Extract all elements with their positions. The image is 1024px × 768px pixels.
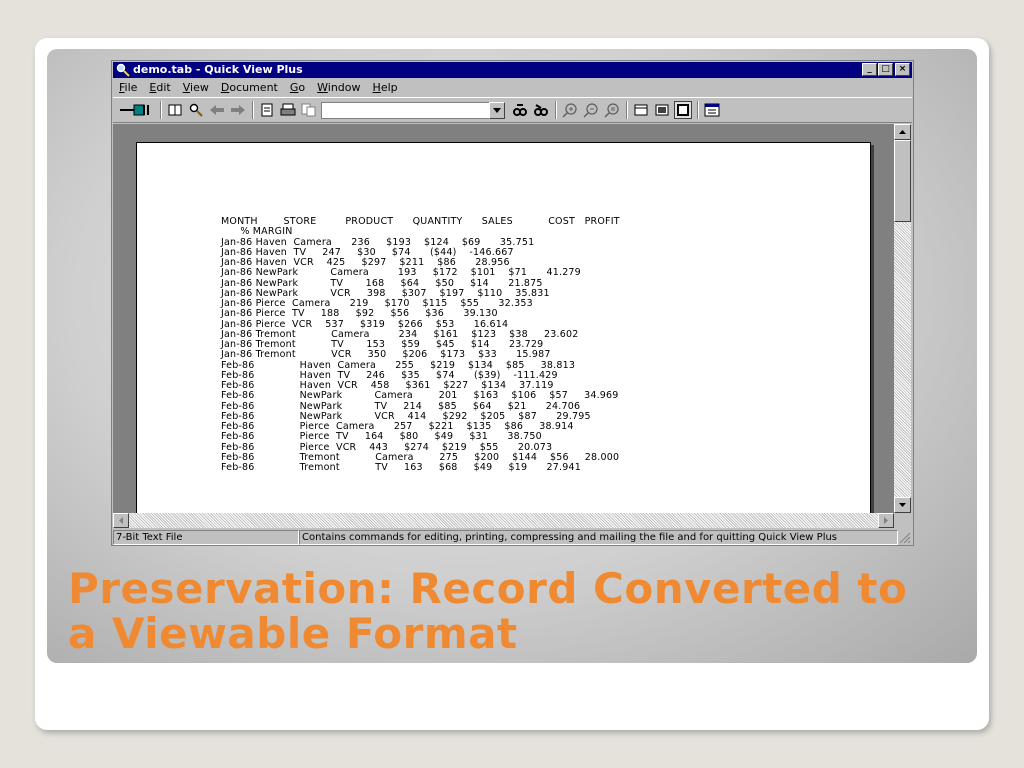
back-icon[interactable] (208, 101, 226, 119)
document-text: MONTH STORE PRODUCT QUANTITY SALES COST … (221, 216, 620, 473)
scroll-up-button[interactable] (894, 124, 911, 140)
menu-window[interactable]: Window (311, 81, 366, 94)
slide-title-line2: a Viewable Format (68, 609, 518, 658)
title-bar[interactable]: demo.tab - Quick View Plus _ □ × (113, 62, 912, 78)
combo-dropdown-button[interactable] (489, 101, 505, 119)
scroll-left-button[interactable] (113, 513, 129, 528)
menu-edit-label: dit (156, 81, 171, 94)
scrollbar-corner (894, 513, 911, 528)
scroll-right-button[interactable] (878, 513, 894, 528)
copy-icon[interactable] (300, 101, 318, 119)
menu-view[interactable]: View (177, 81, 215, 94)
slide-title: Preservation: Record Converted to a View… (68, 566, 968, 656)
minimize-button[interactable]: _ (862, 63, 877, 76)
document-page: MONTH STORE PRODUCT QUANTITY SALES COST … (136, 142, 871, 513)
menu-window-accel: W (317, 81, 328, 94)
resize-grip-icon[interactable] (898, 530, 912, 545)
document-viewport[interactable]: MONTH STORE PRODUCT QUANTITY SALES COST … (113, 124, 894, 513)
find-icon[interactable] (187, 101, 205, 119)
menu-help-label: elp (380, 81, 398, 94)
scroll-down-button[interactable] (894, 497, 911, 513)
window-controls: _ □ × (861, 63, 910, 76)
print-icon[interactable] (279, 101, 297, 119)
toolbar-separator (697, 101, 699, 119)
zoom-reset-icon[interactable] (603, 101, 621, 119)
menu-window-label: indow (327, 81, 361, 94)
menu-help-accel: H (372, 81, 381, 94)
horizontal-scrollbar[interactable] (113, 513, 894, 528)
chevron-down-icon (493, 107, 501, 113)
arrow-left-icon (119, 517, 123, 524)
menu-view-label: iew (190, 81, 209, 94)
menu-document[interactable]: Document (215, 81, 284, 94)
menu-go[interactable]: Go (284, 81, 311, 94)
menu-help[interactable]: Help (367, 81, 404, 94)
zoom-out-icon[interactable] (582, 101, 600, 119)
close-button[interactable]: × (895, 63, 910, 76)
forward-icon[interactable] (229, 101, 247, 119)
status-message: Contains commands for editing, printing,… (299, 530, 898, 545)
toolbar (113, 97, 912, 123)
toolbar-separator (626, 101, 628, 119)
status-bar: 7-Bit Text File Contains commands for ed… (113, 530, 912, 545)
search-prev-icon[interactable] (532, 101, 550, 119)
status-file-type: 7-Bit Text File (113, 530, 299, 545)
window-title: demo.tab - Quick View Plus (133, 63, 303, 76)
menu-file[interactable]: File (113, 81, 143, 94)
arrow-right-icon (884, 517, 888, 524)
view-draft-icon[interactable] (653, 101, 671, 119)
slide-title-line1: Preservation: Record Converted to (68, 564, 908, 613)
single-page-icon[interactable] (166, 101, 184, 119)
toolbar-separator (160, 101, 162, 119)
maximize-button[interactable]: □ (878, 63, 893, 76)
menu-edit[interactable]: Edit (143, 81, 176, 94)
menu-go-label: o (298, 81, 306, 94)
arrow-down-icon (899, 503, 906, 507)
quickview-app-icon[interactable] (116, 63, 130, 77)
search-combo-input[interactable] (321, 101, 489, 119)
vertical-scrollbar[interactable] (894, 124, 911, 513)
search-next-icon[interactable] (511, 101, 529, 119)
app-window: demo.tab - Quick View Plus _ □ × File Ed… (111, 60, 914, 546)
document-icon[interactable] (258, 101, 276, 119)
view-normal-icon[interactable] (632, 101, 650, 119)
menu-bar: File Edit View Document Go Window Help (113, 79, 912, 96)
view-page-icon[interactable] (674, 101, 692, 119)
menu-file-label: ile (124, 81, 138, 94)
vertical-scroll-thumb[interactable] (894, 140, 911, 222)
zoom-in-icon[interactable] (561, 101, 579, 119)
toolbar-separator (555, 101, 557, 119)
menu-document-label: ocument (229, 81, 278, 94)
toolbar-separator (252, 101, 254, 119)
properties-icon[interactable] (703, 101, 721, 119)
arrow-up-icon (899, 130, 906, 134)
launch-icon[interactable] (119, 101, 155, 119)
menu-view-accel: V (182, 81, 191, 94)
